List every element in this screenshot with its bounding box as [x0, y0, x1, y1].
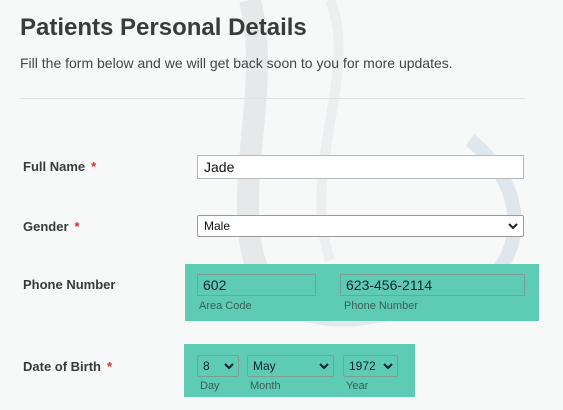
page-title: Patients Personal Details — [20, 14, 307, 41]
phone-number-group: Area Code Phone Number — [185, 264, 539, 321]
full-name-label: Full Name * — [23, 159, 96, 174]
area-code-sublabel: Area Code — [199, 300, 252, 312]
gender-label: Gender * — [23, 219, 80, 234]
required-mark: * — [74, 219, 80, 234]
year-select[interactable]: 1972 — [343, 355, 398, 377]
area-code-input[interactable] — [197, 274, 316, 296]
year-select-value: 1972 — [349, 359, 376, 373]
date-of-birth-label-text: Date of Birth — [23, 359, 101, 374]
gender-select-value: Male — [204, 219, 231, 233]
full-name-label-text: Full Name — [23, 159, 86, 174]
chevron-down-icon — [383, 363, 393, 370]
chevron-down-icon — [508, 223, 518, 230]
day-select-value: 8 — [203, 359, 210, 373]
gender-select[interactable]: Male — [197, 215, 524, 237]
chevron-down-icon — [319, 363, 329, 370]
year-sublabel: Year — [346, 380, 369, 392]
page-subtitle: Fill the form below and we will get back… — [20, 55, 453, 71]
month-select-value: May — [253, 359, 276, 373]
chevron-down-icon — [224, 363, 234, 370]
divider — [20, 98, 525, 99]
full-name-input[interactable] — [197, 155, 524, 179]
month-sublabel: Month — [250, 380, 281, 392]
day-select[interactable]: 8 — [197, 355, 239, 377]
month-select[interactable]: May — [247, 355, 334, 377]
phone-number-input[interactable] — [340, 274, 525, 296]
required-mark: * — [107, 359, 113, 374]
phone-number-sublabel: Phone Number — [344, 300, 418, 312]
date-of-birth-label: Date of Birth * — [23, 359, 112, 374]
phone-number-label: Phone Number — [23, 277, 116, 292]
day-sublabel: Day — [200, 380, 220, 392]
required-mark: * — [91, 159, 97, 174]
date-of-birth-group: 8 Day May Month 1972 Year — [184, 344, 415, 397]
gender-label-text: Gender — [23, 219, 69, 234]
